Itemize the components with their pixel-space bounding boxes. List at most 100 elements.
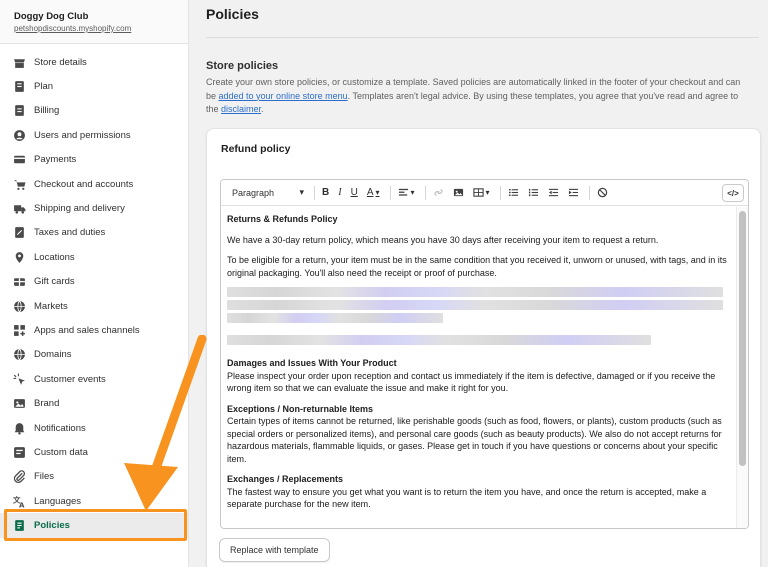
sidebar-item-label: Users and permissions bbox=[34, 129, 131, 141]
policy-paragraph: The fastest way to ensure you get what y… bbox=[227, 486, 707, 510]
toolbar-divider bbox=[588, 185, 590, 200]
blurred-text bbox=[227, 335, 651, 345]
sidebar-item-taxes-and-duties[interactable]: Taxes and duties bbox=[0, 221, 188, 245]
section-description: Create your own store policies, or custo… bbox=[206, 76, 751, 117]
brand-icon bbox=[12, 397, 26, 411]
align-left-icon[interactable]: ▾ bbox=[395, 184, 418, 202]
card-title: Refund policy bbox=[221, 143, 291, 155]
customer-events-icon bbox=[12, 372, 26, 386]
page-title: Policies bbox=[206, 6, 259, 22]
sidebar-item-shipping-and-delivery[interactable]: Shipping and delivery bbox=[0, 196, 188, 220]
editor-scrollbar-thumb[interactable] bbox=[739, 211, 746, 466]
toolbar-divider bbox=[499, 185, 501, 200]
blurred-text bbox=[227, 287, 723, 297]
sidebar-item-payments[interactable]: Payments bbox=[0, 148, 188, 172]
sidebar-item-label: Gift cards bbox=[34, 276, 75, 288]
rich-text-editor[interactable]: Paragraph ▾ B I U A ▾ ▾ ▾ </> Returns & … bbox=[220, 179, 749, 529]
editor-toolbar: Paragraph ▾ B I U A ▾ ▾ ▾ </> bbox=[221, 180, 748, 206]
indent-icon[interactable] bbox=[565, 184, 582, 202]
text-color-label: A bbox=[366, 187, 374, 198]
sidebar-item-label: Custom data bbox=[34, 446, 88, 458]
policy-heading: Exceptions / Non-returnable Items bbox=[227, 403, 374, 414]
sidebar-item-billing[interactable]: Billing bbox=[0, 99, 188, 123]
image-icon[interactable] bbox=[450, 184, 467, 202]
bell-icon bbox=[12, 421, 26, 435]
disclaimer-link[interactable]: disclaimer bbox=[221, 104, 261, 114]
gift-card-icon bbox=[12, 275, 26, 289]
editor-content[interactable]: Returns & Refunds Policy We have a 30-da… bbox=[221, 207, 736, 528]
svg-text:A: A bbox=[18, 500, 24, 508]
sidebar-item-label: Locations bbox=[34, 251, 75, 263]
sidebar-item-label: Plan bbox=[34, 81, 54, 93]
section-title: Store policies bbox=[206, 60, 279, 72]
user-icon bbox=[12, 128, 26, 142]
apps-icon bbox=[12, 323, 26, 337]
toolbar-divider bbox=[424, 185, 426, 200]
blurred-text bbox=[227, 300, 723, 310]
sidebar-item-plan[interactable]: Plan bbox=[0, 74, 188, 98]
bullet-list-icon[interactable] bbox=[505, 184, 522, 202]
domain-globe-icon bbox=[12, 348, 26, 362]
store-icon bbox=[12, 55, 26, 69]
paragraph-format-select[interactable]: Paragraph ▾ bbox=[229, 184, 307, 202]
toolbar-divider bbox=[389, 185, 391, 200]
policy-paragraph: Please inspect your order upon reception… bbox=[227, 370, 716, 394]
sidebar-item-label: Taxes and duties bbox=[34, 227, 106, 239]
billing-icon bbox=[12, 104, 26, 118]
sidebar-item-label: Store details bbox=[34, 56, 87, 68]
link-icon[interactable] bbox=[430, 184, 447, 202]
store-header[interactable]: Doggy Dog Club petshopdiscounts.myshopif… bbox=[0, 0, 188, 44]
sidebar-item-markets[interactable]: Markets bbox=[0, 294, 188, 318]
policy-paragraph: To be eligible for a return, your item m… bbox=[227, 255, 727, 278]
sidebar-item-locations[interactable]: Locations bbox=[0, 245, 188, 269]
sidebar-item-label: Domains bbox=[34, 349, 72, 361]
clear-formatting-icon[interactable] bbox=[594, 184, 611, 202]
sidebar-item-checkout-and-accounts[interactable]: Checkout and accounts bbox=[0, 172, 188, 196]
location-pin-icon bbox=[12, 250, 26, 264]
paperclip-icon bbox=[12, 470, 26, 484]
sidebar-item-label: Languages bbox=[34, 495, 82, 507]
policy-paragraph: We have a 30-day return policy, which me… bbox=[227, 234, 659, 245]
text-color-button[interactable]: A ▾ bbox=[364, 184, 383, 202]
tax-icon bbox=[12, 226, 26, 240]
sidebar-item-gift-cards[interactable]: Gift cards bbox=[0, 270, 188, 294]
custom-data-icon bbox=[12, 445, 26, 459]
sidebar-item-users-and-permissions[interactable]: Users and permissions bbox=[0, 123, 188, 147]
cart-icon bbox=[12, 177, 26, 191]
title-divider bbox=[206, 37, 759, 38]
sidebar-item-label: Notifications bbox=[34, 422, 86, 434]
chevron-down-icon: ▾ bbox=[485, 188, 490, 197]
main-content: Policies Store policies Create your own … bbox=[189, 0, 768, 567]
truck-icon bbox=[12, 202, 26, 216]
underline-button[interactable]: U bbox=[348, 184, 361, 202]
show-html-button[interactable]: </> bbox=[722, 184, 744, 202]
table-icon[interactable]: ▾ bbox=[470, 184, 493, 202]
plan-icon bbox=[12, 80, 26, 94]
sidebar-item-label: Checkout and accounts bbox=[34, 178, 134, 190]
sidebar-item-store-details[interactable]: Store details bbox=[0, 50, 188, 74]
blurred-text bbox=[227, 313, 443, 323]
chevron-down-icon: ▾ bbox=[375, 188, 380, 197]
policy-heading: Returns & Refunds Policy bbox=[227, 214, 338, 224]
policy-paragraph: Certain types of items cannot be returne… bbox=[227, 416, 722, 464]
sidebar-item-label: Payments bbox=[34, 154, 77, 166]
payments-icon bbox=[12, 153, 26, 167]
policy-heading: Damages and Issues With Your Product bbox=[227, 358, 397, 368]
numbered-list-icon[interactable] bbox=[525, 184, 542, 202]
desc-text-3: . bbox=[261, 104, 264, 114]
sidebar-item-label: Files bbox=[34, 471, 55, 483]
annotation-arrow-icon bbox=[124, 335, 207, 511]
sidebar-item-label: Customer events bbox=[34, 373, 106, 385]
refund-policy-card: Refund policy Paragraph▾ B I U A▾ ▾ ▾ bbox=[206, 128, 761, 567]
bold-button[interactable]: B bbox=[319, 184, 332, 202]
chevron-down-icon: ▾ bbox=[299, 187, 304, 197]
sidebar-item-label: Billing bbox=[34, 105, 60, 117]
italic-button[interactable]: I bbox=[335, 184, 344, 202]
store-url[interactable]: petshopdiscounts.myshopify.com bbox=[14, 24, 188, 33]
sidebar-item-label: Brand bbox=[34, 398, 60, 410]
language-icon: 文A bbox=[12, 494, 26, 508]
replace-with-template-button[interactable]: Replace with template bbox=[219, 538, 330, 562]
store-name: Doggy Dog Club bbox=[14, 11, 89, 22]
online-store-menu-link[interactable]: added to your online store menu bbox=[219, 91, 348, 101]
outdent-icon[interactable] bbox=[545, 184, 562, 202]
